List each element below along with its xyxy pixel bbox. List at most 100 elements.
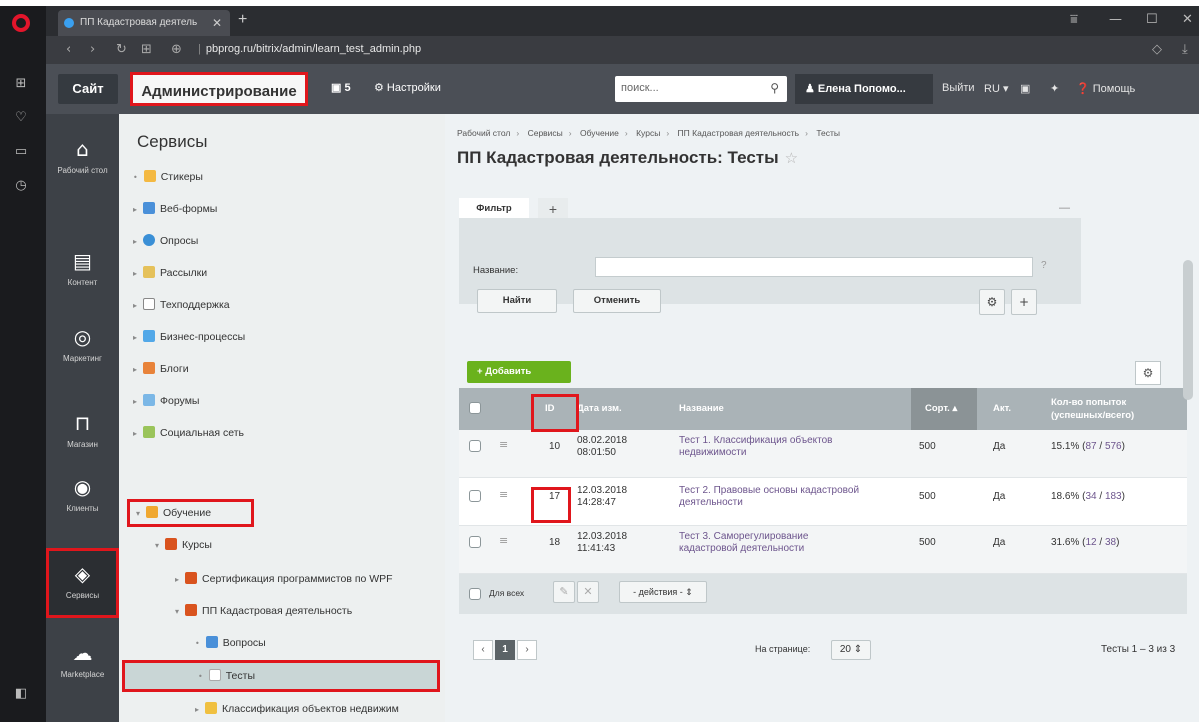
add-button[interactable]: + Добавить [467,361,571,383]
tree-item-questions[interactable]: • Вопросы [195,632,266,654]
tree-item-forums[interactable]: ▸ Форумы [133,390,199,412]
cell-name-link-cont[interactable]: деятельности [679,497,743,508]
heart-icon[interactable]: ♡ [13,110,29,126]
pin-icon[interactable]: ✦ [1050,82,1059,95]
forward-icon[interactable]: › [90,42,95,57]
actions-select[interactable]: - действия - ⇕ [619,581,707,603]
breadcrumb-item[interactable]: Рабочий стол [457,128,510,138]
column-header-id[interactable]: ID [545,388,555,430]
per-page-select[interactable]: 20 ⇕ [831,640,871,660]
menu-item-desktop[interactable]: ⌂ Рабочий стол [46,126,119,190]
row-menu-icon[interactable]: ≡ [499,488,508,501]
admin-button[interactable]: Администрирование [130,72,308,106]
download-icon[interactable]: ⤓ [1182,42,1188,57]
tree-item-classification[interactable]: ▸ Классификация объектов недвижим [195,698,399,720]
attempts-total-link[interactable]: 38 [1105,537,1116,548]
cell-name-link[interactable]: Тест 3. Саморегулирование [679,531,808,542]
filter-settings-gear-icon[interactable]: ⚙ [979,289,1005,315]
tab-menu-icon[interactable]: ⩸ [1070,12,1078,27]
tree-item-webforms[interactable]: ▸ Веб-формы [133,198,217,220]
opera-logo-icon[interactable] [12,14,30,32]
for-all-checkbox[interactable] [469,588,481,600]
back-icon[interactable]: ‹ [66,42,71,57]
settings-button[interactable]: ⚙ Настройки [374,81,441,94]
edit-icon[interactable]: ✎ [553,581,575,603]
tree-item-socnet[interactable]: ▸ Социальная сеть [133,422,244,444]
tree-item-blogs[interactable]: ▸ Блоги [133,358,189,380]
tree-item-wpf-course[interactable]: ▸ Сертификация программистов по WPF [175,568,393,590]
row-menu-icon[interactable]: ≡ [499,534,508,547]
grid-settings-gear-icon[interactable]: ⚙ [1135,361,1161,385]
cancel-button[interactable]: Отменить [573,289,661,313]
cell-name-link[interactable]: Тест 2. Правовые основы кадастровой [679,485,859,496]
column-header-attempts[interactable]: Кол-во попыток [1051,396,1126,409]
reload-icon[interactable]: ↻ [116,42,127,57]
filter-name-input[interactable] [595,257,1033,277]
menu-item-shop[interactable]: ⊓ Магазин [46,400,119,464]
menu-item-clients[interactable]: ◉ Клиенты [46,464,119,528]
row-menu-icon[interactable]: ≡ [499,438,508,451]
messenger-icon[interactable]: ▭ [13,144,29,160]
scrollbar[interactable] [1183,260,1193,400]
user-button[interactable]: ♟ Елена Попомо... [795,74,933,104]
table-row[interactable]: ≡ 18 12.03.2018 11:41:43 Тест 3. Саморег… [459,526,1187,574]
tree-item-polls[interactable]: ▸ Опросы [133,230,198,252]
row-checkbox[interactable] [469,490,481,502]
menu-item-marketplace[interactable]: ☁ Marketplace [46,630,119,694]
breadcrumb-item[interactable]: ПП Кадастровая деятельность [678,128,800,138]
url-field[interactable]: | pbprog.ru/bitrix/admin/learn_test_admin… [198,43,421,55]
column-header-active[interactable]: Акт. [993,388,1011,430]
filter-tab[interactable]: Фильтр [459,198,529,220]
cell-name-link-cont[interactable]: недвижимости [679,447,746,458]
favorite-star-icon[interactable]: ☆ [785,149,798,167]
search-icon[interactable]: ⚲ [770,81,779,95]
maximize-icon[interactable]: ☐ [1146,12,1158,27]
search-input[interactable] [621,76,761,100]
new-tab-button[interactable]: + [238,11,247,29]
notifications-button[interactable]: ▣ 5 [331,81,351,94]
site-info-icon[interactable]: ⊕ [171,42,182,57]
minimize-icon[interactable]: — [1109,12,1122,27]
help-button[interactable]: ❓ Помощь [1076,82,1135,95]
attempts-success-link[interactable]: 34 [1085,491,1096,502]
menu-item-content[interactable]: ▤ Контент [46,238,119,302]
attempts-success-link[interactable]: 87 [1085,441,1096,452]
history-icon[interactable]: ◷ [13,178,29,194]
sidebar-toggle-icon[interactable]: ◧ [13,686,29,702]
row-checkbox[interactable] [469,536,481,548]
tree-item-stickers[interactable]: • Стикеры [133,166,203,188]
shield-icon[interactable]: ◇ [1152,42,1162,57]
breadcrumb-item[interactable]: Тесты [816,128,840,138]
breadcrumb-item[interactable]: Обучение [580,128,619,138]
tree-item-tests[interactable]: • Тесты [122,660,440,692]
attempts-success-link[interactable]: 12 [1085,537,1096,548]
help-icon[interactable]: ? [1041,260,1047,271]
page-current[interactable]: 1 [495,640,515,660]
tree-item-courses[interactable]: ▾ Курсы [155,534,212,556]
tree-item-mailings[interactable]: ▸ Рассылки [133,262,207,284]
panel-toggle-icon[interactable]: ▣ [1020,82,1030,95]
attempts-total-link[interactable]: 183 [1105,491,1122,502]
find-button[interactable]: Найти [477,289,557,313]
tree-item-cadastral-course[interactable]: ▾ ПП Кадастровая деятельность [175,600,352,622]
menu-item-marketing[interactable]: ◎ Маркетинг [46,314,119,378]
language-select[interactable]: RU ▾ [984,82,1008,95]
speed-dial-icon[interactable]: ⊞ [13,76,29,92]
tree-item-support[interactable]: ▸ Техподдержка [133,294,230,316]
select-all-checkbox[interactable] [469,402,481,414]
breadcrumb-item[interactable]: Сервисы [528,128,563,138]
browser-tab[interactable]: ПП Кадастровая деятель ✕ [58,10,230,36]
tab-close-icon[interactable]: ✕ [212,10,222,36]
logout-link[interactable]: Выйти [942,82,975,94]
add-filter-field-button[interactable]: + [1011,289,1037,315]
prev-page-button[interactable]: ‹ [473,640,493,660]
close-window-icon[interactable]: ✕ [1182,12,1193,27]
cell-name-link-cont[interactable]: кадастровой деятельности [679,543,804,554]
next-page-button[interactable]: › [517,640,537,660]
minimize-filter-icon[interactable]: — [1059,202,1070,214]
column-header-name[interactable]: Название [679,388,724,430]
column-header-date[interactable]: Дата изм. [577,388,622,430]
attempts-total-link[interactable]: 576 [1105,441,1122,452]
cell-name-link[interactable]: Тест 1. Классификация объектов [679,435,832,446]
table-row[interactable]: ≡ 17 12.03.2018 14:28:47 Тест 2. Правовы… [459,478,1187,526]
